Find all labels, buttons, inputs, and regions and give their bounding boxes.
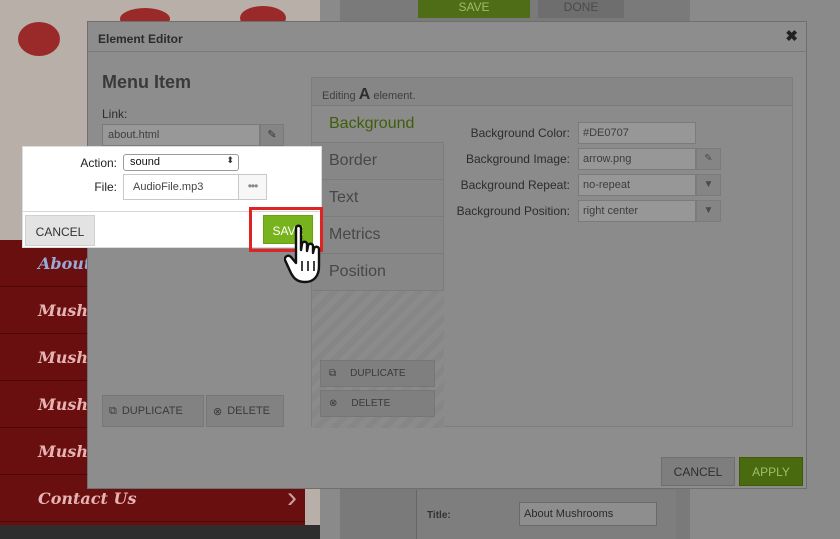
delete-label: DELETE xyxy=(227,405,271,417)
close-icon[interactable]: ✖ xyxy=(785,27,798,45)
editing-suffix: element. xyxy=(373,90,416,102)
tab-position[interactable]: Position xyxy=(312,254,444,291)
bg-position-label: Background Position: xyxy=(456,204,570,218)
tab-background[interactable]: Background xyxy=(312,106,444,143)
tab-duplicate-label: DUPLICATE xyxy=(350,368,406,379)
tab-metrics[interactable]: Metrics xyxy=(312,217,444,254)
bg-repeat-label: Background Repeat: xyxy=(460,178,570,192)
element-editor-modal: Element Editor ✖ Menu Item Link: about.h… xyxy=(87,21,807,489)
duplicate-icon: ⧉ xyxy=(329,368,337,379)
duplicate-button[interactable]: ⧉ DUPLICATE xyxy=(102,395,204,427)
bg-done-button: DONE xyxy=(538,0,624,18)
duplicate-icon: ⧉ xyxy=(109,404,117,417)
modal-cancel-button[interactable]: CANCEL xyxy=(661,457,735,486)
pencil-icon[interactable]: ✎ xyxy=(260,124,284,146)
action-select[interactable]: sound ⬍ xyxy=(123,154,239,171)
bg-image-label: Background Image: xyxy=(465,152,570,166)
delete-icon: ⊗ xyxy=(329,398,338,409)
apply-button[interactable]: APPLY xyxy=(739,457,803,486)
duplicate-label: DUPLICATE xyxy=(121,405,183,417)
bg-title-input: About Mushrooms xyxy=(519,502,657,526)
bg-color-input[interactable]: #DE0707 xyxy=(578,122,696,144)
action-label: Action: xyxy=(80,155,117,170)
mushroom-graphic xyxy=(18,22,60,56)
action-form: Action: sound ⬍ File: AudioFile.mp3 ••• xyxy=(23,147,321,211)
hand-cursor-icon xyxy=(284,224,321,284)
bg-repeat-row: Background Repeat: no-repeat ▼ xyxy=(452,174,721,196)
file-row: File: AudioFile.mp3 ••• xyxy=(23,174,267,200)
modal-header: Element Editor ✖ xyxy=(88,22,806,52)
bg-save-button: SAVE xyxy=(418,0,530,18)
bg-repeat-select[interactable]: no-repeat xyxy=(578,174,696,196)
background-form: Title: About Mushrooms xyxy=(416,490,676,539)
select-arrows-icon: ⬍ xyxy=(226,155,234,165)
bg-color-row: Background Color: #DE0707 xyxy=(452,122,696,144)
file-input[interactable]: AudioFile.mp3 xyxy=(123,174,239,200)
tab-text[interactable]: Text xyxy=(312,180,444,217)
action-row: Action: sound ⬍ xyxy=(23,154,239,171)
editing-prefix: Editing xyxy=(322,90,356,102)
editing-element: A xyxy=(358,86,371,103)
tab-delete-button[interactable]: ⊗ DELETE xyxy=(320,390,435,417)
pencil-icon[interactable]: ✎ xyxy=(696,148,721,170)
tab-duplicate-button[interactable]: ⧉ DUPLICATE xyxy=(320,360,435,387)
popup-cancel-button[interactable]: CANCEL xyxy=(25,215,95,246)
more-options-icon[interactable]: ••• xyxy=(239,174,267,200)
editing-caption: Editing A element. xyxy=(312,78,792,106)
file-label: File: xyxy=(94,180,117,194)
delete-icon: ⊗ xyxy=(213,405,223,418)
bg-position-row: Background Position: right center ▼ xyxy=(452,200,721,222)
bg-image-input[interactable]: arrow.png xyxy=(578,148,696,170)
link-label: Link: xyxy=(102,107,128,121)
link-input[interactable]: about.html xyxy=(102,124,260,146)
delete-button[interactable]: ⊗ DELETE xyxy=(206,395,284,427)
chevron-down-icon[interactable]: ▼ xyxy=(696,200,721,222)
style-tabs: Background Border Text Metrics Position … xyxy=(312,106,444,428)
menu-item-heading: Menu Item xyxy=(102,72,192,92)
background-footer-strip xyxy=(0,525,320,539)
bg-position-select[interactable]: right center xyxy=(578,200,696,222)
chevron-down-icon[interactable]: ▼ xyxy=(696,174,721,196)
tab-delete-label: DELETE xyxy=(351,398,391,409)
style-panel: Editing A element. Background Border Tex… xyxy=(311,77,793,428)
modal-title: Element Editor xyxy=(98,32,183,46)
bg-title-label: Title: xyxy=(427,510,451,521)
bg-color-label: Background Color: xyxy=(470,126,570,140)
bg-image-row: Background Image: arrow.png ✎ xyxy=(452,148,721,170)
tab-border[interactable]: Border xyxy=(312,143,444,180)
action-select-value: sound xyxy=(130,156,160,168)
